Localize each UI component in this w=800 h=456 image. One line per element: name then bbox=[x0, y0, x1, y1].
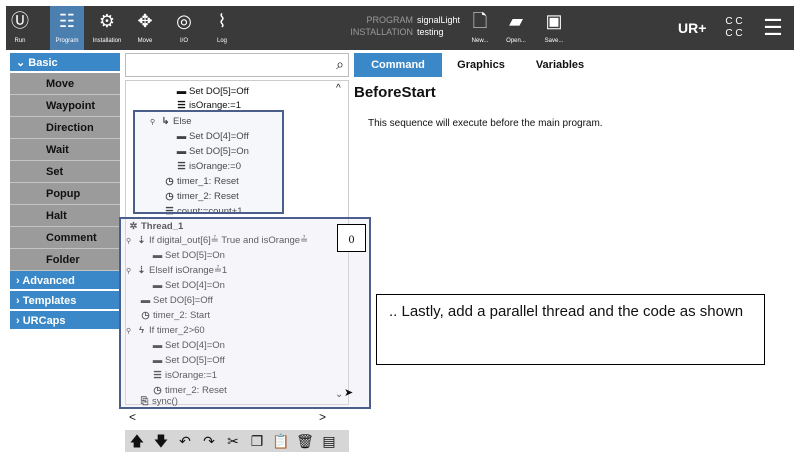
scroll-left-icon[interactable]: < bbox=[129, 410, 136, 424]
tab-bar: Command Graphics Variables bbox=[354, 53, 794, 77]
urplus-icon: UR+ bbox=[678, 20, 707, 36]
cc-button[interactable]: C C C C bbox=[722, 6, 746, 50]
tab-command[interactable]: Command bbox=[354, 53, 442, 77]
paste-icon[interactable]: 📋 bbox=[269, 430, 293, 452]
sidebar-item-halt[interactable]: Halt bbox=[10, 205, 120, 227]
ur-logo-icon: Ⓤ bbox=[11, 11, 29, 31]
highlight-box-else bbox=[133, 110, 284, 214]
robot-arm-icon: ⚙ bbox=[98, 11, 116, 31]
io-tab[interactable]: ◎ I/O bbox=[168, 6, 200, 50]
sidebar-item-waypoint[interactable]: Waypoint bbox=[10, 95, 120, 117]
copy-icon[interactable]: ❐ bbox=[245, 430, 269, 452]
tab-graphics[interactable]: Graphics bbox=[442, 53, 520, 77]
installation-name: testing bbox=[417, 27, 444, 37]
category-basic[interactable]: ⌄ Basic bbox=[10, 53, 120, 73]
scroll-right-icon[interactable]: > bbox=[319, 410, 326, 424]
save-icon: ▣ bbox=[545, 11, 563, 31]
scroll-up-icon[interactable]: ^ bbox=[336, 83, 341, 94]
tree-search-input[interactable]: ⌕ bbox=[125, 53, 349, 77]
tree-nav-row: < > bbox=[125, 410, 349, 426]
open-button[interactable]: ▰ Open... bbox=[502, 6, 530, 50]
sidebar-item-comment[interactable]: Comment bbox=[10, 227, 120, 249]
program-icon: ☷ bbox=[58, 11, 76, 31]
category-templates[interactable]: › Templates bbox=[10, 291, 120, 311]
new-button[interactable]: 🗋 New... bbox=[466, 6, 494, 50]
tree-toolbar: 🡅 🡇 ↶ ↷ ✂ ❐ 📋 🗑 ▤ bbox=[125, 430, 349, 452]
mouse-cursor-icon: ➤ bbox=[344, 387, 354, 399]
sidebar-item-direction[interactable]: Direction bbox=[10, 117, 120, 139]
log-tab[interactable]: ⌇ Log bbox=[206, 6, 238, 50]
hamburger-menu-icon: ☰ bbox=[763, 15, 783, 40]
callout-note: .. Lastly, add a parallel thread and the… bbox=[376, 294, 765, 365]
category-advanced[interactable]: › Advanced bbox=[10, 271, 120, 291]
chevron-right-icon: › bbox=[16, 315, 23, 327]
installation-tab[interactable]: ⚙ Installation bbox=[88, 6, 126, 50]
tab-variables[interactable]: Variables bbox=[520, 53, 600, 77]
open-folder-icon: ▰ bbox=[509, 11, 523, 31]
sidebar: ⌄ Basic Move Waypoint Direction Wait Set… bbox=[10, 53, 120, 343]
program-info: PROGRAM signalLight INSTALLATION testing bbox=[350, 15, 461, 37]
suppress-icon[interactable]: ▤ bbox=[317, 430, 341, 452]
sidebar-item-set[interactable]: Set bbox=[10, 161, 120, 183]
urplus-button[interactable]: UR+ bbox=[678, 6, 706, 50]
annotation-badge: 0 bbox=[337, 224, 366, 252]
search-icon[interactable]: ⌕ bbox=[336, 56, 344, 73]
cut-icon[interactable]: ✂ bbox=[221, 430, 245, 452]
move-down-icon[interactable]: 🡇 bbox=[149, 430, 173, 452]
move-arrows-icon: ✥ bbox=[137, 11, 153, 31]
new-file-icon: 🗋 bbox=[472, 11, 488, 31]
top-bar: Ⓤ Run ☷ Program ⚙ Installation ✥ Move ◎ … bbox=[6, 6, 794, 50]
undo-icon[interactable]: ↶ bbox=[173, 430, 197, 452]
chevron-down-icon: ⌄ bbox=[16, 57, 29, 69]
program-name: signalLight bbox=[417, 15, 461, 25]
sidebar-item-popup[interactable]: Popup bbox=[10, 183, 120, 205]
log-icon: ⌇ bbox=[217, 11, 227, 31]
io-icon: ◎ bbox=[176, 11, 192, 31]
move-tab[interactable]: ✥ Move bbox=[128, 6, 162, 50]
page-description: This sequence will execute before the ma… bbox=[368, 118, 603, 129]
highlight-box-thread bbox=[119, 217, 371, 409]
save-button[interactable]: ▣ Save... bbox=[540, 6, 568, 50]
chevron-right-icon: › bbox=[16, 295, 23, 307]
move-up-icon[interactable]: 🡅 bbox=[125, 430, 149, 452]
category-urcaps[interactable]: › URCaps bbox=[10, 311, 120, 331]
program-tab[interactable]: ☷ Program bbox=[50, 6, 84, 50]
tree-node[interactable]: ▬ Set DO[5]=Off bbox=[176, 85, 249, 99]
redo-icon[interactable]: ↷ bbox=[197, 430, 221, 452]
cc-icon: C C C C bbox=[725, 16, 743, 39]
sidebar-item-move[interactable]: Move bbox=[10, 73, 120, 95]
page-title: BeforeStart bbox=[354, 84, 436, 101]
menu-button[interactable]: ☰ bbox=[758, 6, 788, 50]
sidebar-item-wait[interactable]: Wait bbox=[10, 139, 120, 161]
sidebar-item-folder[interactable]: Folder bbox=[10, 249, 120, 271]
run-tab[interactable]: Ⓤ Run bbox=[6, 6, 34, 50]
delete-icon[interactable]: 🗑 bbox=[293, 430, 317, 452]
